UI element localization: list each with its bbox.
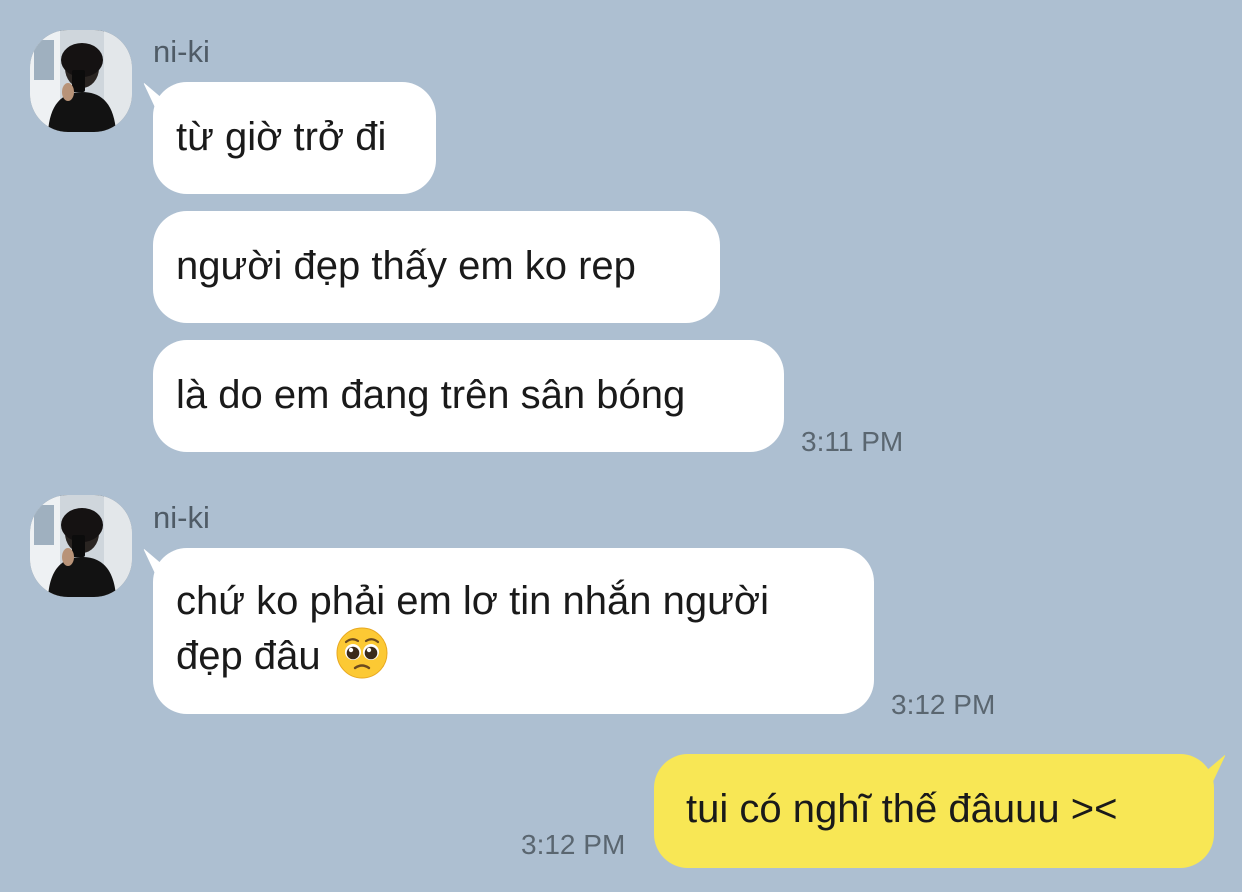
message-text-line: chứ ko phải em lơ tin nhắn người [176,579,769,623]
message-bubble-outgoing[interactable]: tui có nghĩ thế đâuuu >< [654,754,1214,868]
message-timestamp: 3:12 PM [891,689,996,720]
message-bubble[interactable]: từ giờ trở đi [153,82,436,194]
message-bubble[interactable]: chứ ko phải em lơ tin nhắn người đẹp đâu [153,548,874,714]
message-bubble[interactable]: người đẹp thấy em ko rep [153,211,720,323]
sender-name: ni-ki [153,500,210,535]
message-text: là do em đang trên sân bóng [176,373,686,417]
message-text: người đẹp thấy em ko rep [176,244,636,288]
profile-photo-icon [30,30,132,132]
pleading-face-emoji-icon [336,627,388,679]
sender-name: ni-ki [153,34,210,69]
message-text: từ giờ trở đi [176,115,387,159]
avatar[interactable] [30,495,132,597]
profile-photo-icon [30,495,132,597]
chat-area[interactable]: ni-ki từ giờ trở đi người đẹp thấy em ko… [0,0,1242,892]
message-timestamp: 3:12 PM [521,829,626,860]
message-bubble[interactable]: là do em đang trên sân bóng [153,340,784,452]
message-text-line: đẹp đâu [176,634,321,678]
message-text: tui có nghĩ thế đâuuu >< [686,787,1118,831]
message-timestamp: 3:11 PM [801,426,904,457]
avatar[interactable] [30,30,132,132]
